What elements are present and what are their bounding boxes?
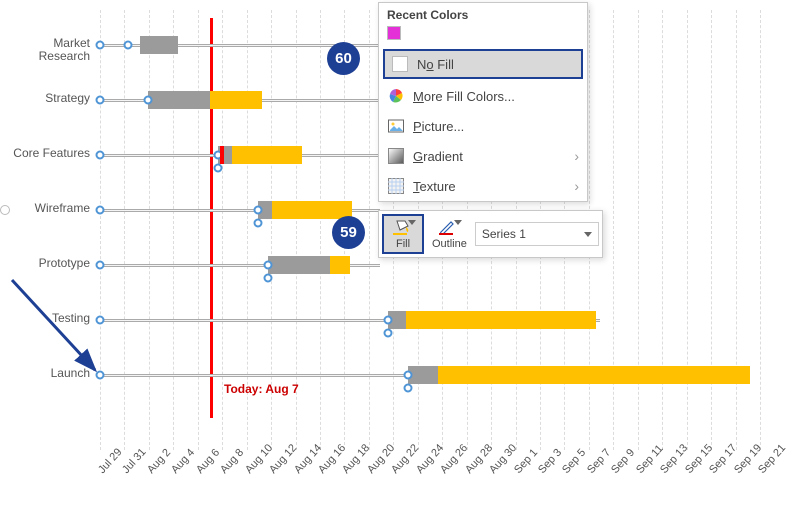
chevron-right-icon: ›: [574, 178, 579, 194]
recent-color-swatch[interactable]: [387, 26, 401, 40]
data-point-marker[interactable]: [124, 41, 133, 50]
x-axis-tick: Sep 9: [609, 447, 637, 476]
task-label: Market Research: [10, 37, 90, 63]
menu-item-label: More Fill Colors...: [413, 89, 579, 104]
chevron-right-icon: ›: [574, 148, 579, 164]
task-label: Wireframe: [10, 202, 90, 215]
gantt-bar[interactable]: [258, 201, 352, 219]
menu-item-gradient[interactable]: Gradient ›: [379, 141, 587, 171]
gantt-bar[interactable]: [268, 256, 350, 274]
gridline: [662, 10, 663, 450]
today-label: Today: Aug 7: [224, 382, 299, 396]
outline-button[interactable]: Outline: [426, 214, 473, 254]
menu-item-label: Gradient: [413, 149, 566, 164]
data-point-marker[interactable]: [96, 151, 105, 160]
fill-button-label: Fill: [396, 238, 410, 250]
paint-bucket-icon: [392, 218, 414, 236]
x-axis-tick: Aug 4: [169, 447, 197, 476]
menu-item-no-fill[interactable]: No Fill: [383, 49, 583, 79]
task-label: Prototype: [10, 257, 90, 270]
data-point-marker[interactable]: [96, 96, 105, 105]
menu-item-label: No Fill: [417, 57, 575, 72]
data-point-marker[interactable]: [264, 261, 273, 270]
task-label: Core Features: [10, 147, 90, 160]
fill-button[interactable]: Fill: [382, 214, 424, 254]
gridline: [736, 10, 737, 450]
callout-60: 60: [327, 42, 360, 75]
picture-icon: [387, 117, 405, 135]
color-wheel-icon: [387, 87, 405, 105]
gridline: [149, 10, 150, 450]
gantt-bar[interactable]: [218, 146, 302, 164]
menu-header-recent-colors: Recent Colors: [379, 3, 587, 24]
gridline: [198, 10, 199, 450]
gantt-bar[interactable]: [408, 366, 750, 384]
data-point-marker[interactable]: [214, 164, 223, 173]
gridline: [173, 10, 174, 450]
gridline: [320, 10, 321, 450]
data-point-marker[interactable]: [254, 219, 263, 228]
data-point-marker[interactable]: [254, 206, 263, 215]
x-axis-tick: Sep 3: [536, 447, 564, 476]
menu-item-label: Picture...: [413, 119, 579, 134]
x-axis-tick: Sep 7: [585, 447, 613, 476]
gridline: [638, 10, 639, 450]
data-point-marker[interactable]: [404, 371, 413, 380]
task-label: Strategy: [10, 92, 90, 105]
gridline: [369, 10, 370, 450]
no-fill-icon: [391, 55, 409, 73]
menu-item-label: Texture: [413, 179, 566, 194]
outline-button-label: Outline: [432, 238, 467, 250]
texture-icon: [387, 177, 405, 195]
x-axis-tick: Sep 5: [560, 447, 588, 476]
x-axis-tick: Aug 8: [218, 447, 246, 476]
gantt-bar[interactable]: [388, 311, 596, 329]
x-axis-tick: Aug 2: [145, 447, 173, 476]
data-point-marker[interactable]: [384, 316, 393, 325]
annotation-arrow: [0, 270, 120, 400]
x-axis-tick: Jul 31: [120, 446, 149, 476]
data-point-marker[interactable]: [96, 41, 105, 50]
mini-toolbar: Fill Outline Series 1: [378, 210, 603, 258]
today-line: [210, 18, 213, 418]
x-axis-tick: Aug 6: [194, 447, 222, 476]
data-point-marker[interactable]: [96, 206, 105, 215]
gridline: [613, 10, 614, 450]
gantt-bar[interactable]: [140, 36, 178, 54]
menu-item-more-colors[interactable]: More Fill Colors...: [379, 81, 587, 111]
today-bar-overlap: [220, 146, 224, 164]
gridline: [711, 10, 712, 450]
series-dropdown-label: Series 1: [482, 227, 526, 241]
axis-marker: [0, 205, 10, 215]
callout-59: 59: [332, 216, 365, 249]
gantt-bar[interactable]: [148, 91, 262, 109]
menu-item-picture[interactable]: Picture...: [379, 111, 587, 141]
chevron-down-icon: [584, 232, 592, 237]
menu-item-texture[interactable]: Texture ›: [379, 171, 587, 201]
data-point-marker[interactable]: [264, 274, 273, 283]
data-point-marker[interactable]: [384, 329, 393, 338]
data-point-marker[interactable]: [404, 384, 413, 393]
series-dropdown[interactable]: Series 1: [475, 222, 599, 246]
x-axis-tick: Jul 29: [96, 446, 125, 476]
gridline: [124, 10, 125, 450]
gridline: [760, 10, 761, 450]
pen-icon: [438, 218, 460, 236]
fill-menu: Recent Colors No Fill More Fill Colors..…: [378, 2, 588, 202]
gradient-icon: [387, 147, 405, 165]
gridline: [687, 10, 688, 450]
data-point-marker[interactable]: [144, 96, 153, 105]
data-point-marker[interactable]: [96, 261, 105, 270]
